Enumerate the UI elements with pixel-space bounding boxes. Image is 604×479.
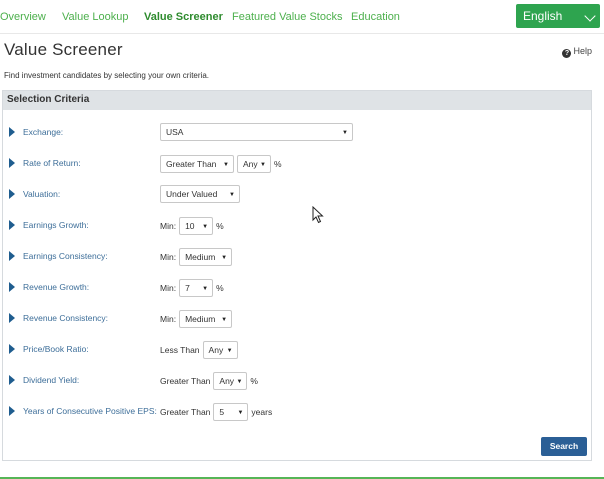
- criteria-row-valuation: Valuation: Under Valued ▼: [3, 184, 591, 206]
- revenue-consistency-value: Medium: [185, 314, 216, 324]
- dividend-yield-value: Any: [219, 376, 235, 386]
- caret-down-icon: ▼: [221, 255, 228, 261]
- nav-education[interactable]: Education: [351, 11, 400, 23]
- question-icon: ?: [562, 49, 572, 58]
- criteria-row-positive-eps: Years of Consecutive Positive EPS: Great…: [3, 401, 591, 423]
- rate-of-return-comparator-select[interactable]: Greater Than ▼: [160, 155, 234, 173]
- positive-eps-value: 5: [219, 407, 225, 417]
- caret-down-icon: ▼: [202, 224, 209, 230]
- exchange-select[interactable]: USA ▼: [160, 123, 353, 141]
- criteria-row-earnings-consistency: Earnings Consistency: Min: Medium ▼: [3, 246, 591, 268]
- caret-down-icon: ▼: [342, 130, 348, 136]
- rate-of-return-value-select[interactable]: Any ▼: [237, 155, 271, 173]
- less-than-prefix: Less Than: [160, 345, 200, 355]
- caret-down-icon: ▼: [236, 379, 243, 385]
- criteria-label-earnings-consistency[interactable]: Earnings Consistency:: [23, 251, 108, 261]
- caret-down-icon: ▼: [226, 348, 233, 354]
- revenue-consistency-select[interactable]: Medium ▼: [179, 310, 233, 328]
- percent-unit: %: [216, 221, 224, 231]
- criteria-label-exchange[interactable]: Exchange:: [23, 127, 63, 137]
- panel-header: Selection Criteria: [3, 91, 591, 110]
- criteria-label-price-book[interactable]: Price/Book Ratio:: [23, 344, 89, 354]
- expand-arrow-icon[interactable]: [9, 158, 15, 168]
- price-book-select[interactable]: Any ▼: [202, 341, 238, 359]
- criteria-row-exchange: Exchange: USA ▼: [3, 122, 591, 144]
- min-prefix: Min:: [160, 283, 177, 293]
- greater-than-prefix: Greater Than: [160, 376, 211, 386]
- years-unit: years: [251, 407, 273, 417]
- criteria-row-rate-of-return: Rate of Return: Greater Than ▼ Any ▼%: [3, 153, 591, 175]
- nav-overview[interactable]: Overview: [0, 11, 46, 23]
- caret-down-icon: ▼: [237, 410, 244, 416]
- percent-unit: %: [250, 376, 258, 386]
- expand-arrow-icon[interactable]: [9, 220, 15, 230]
- earnings-growth-select[interactable]: 10 ▼: [179, 217, 214, 235]
- min-prefix: Min:: [160, 252, 177, 262]
- help-link[interactable]: ? Help: [562, 46, 592, 58]
- help-label: Help: [573, 46, 592, 56]
- earnings-consistency-select[interactable]: Medium ▼: [179, 248, 233, 266]
- earnings-consistency-value: Medium: [185, 252, 216, 262]
- percent-unit: %: [274, 159, 282, 169]
- comparator-value: Greater Than: [166, 159, 217, 169]
- expand-arrow-icon[interactable]: [9, 375, 15, 385]
- expand-arrow-icon[interactable]: [9, 282, 15, 292]
- min-prefix: Min:: [160, 314, 177, 324]
- language-selector[interactable]: English: [516, 4, 600, 28]
- exchange-value: USA: [166, 127, 184, 137]
- expand-arrow-icon[interactable]: [9, 251, 15, 261]
- caret-down-icon: ▼: [202, 286, 209, 292]
- expand-arrow-icon[interactable]: [9, 189, 15, 199]
- criteria-row-revenue-consistency: Revenue Consistency: Min: Medium ▼: [3, 308, 591, 330]
- nav-value-screener[interactable]: Value Screener: [144, 11, 223, 23]
- rate-value: Any: [243, 159, 258, 169]
- expand-arrow-icon[interactable]: [9, 406, 15, 416]
- nav-featured-value-stocks[interactable]: Featured Value Stocks: [232, 11, 342, 23]
- page-subtitle: Find investment candidates by selecting …: [4, 71, 209, 80]
- criteria-label-revenue-growth[interactable]: Revenue Growth:: [23, 282, 89, 292]
- language-label: English: [523, 9, 563, 23]
- valuation-value: Under Valued: [166, 189, 218, 199]
- criteria-row-revenue-growth: Revenue Growth: Min: 7 ▼%: [3, 277, 591, 299]
- min-prefix: Min:: [160, 221, 177, 231]
- greater-than-prefix: Greater Than: [160, 407, 211, 417]
- dividend-yield-select[interactable]: Any ▼: [213, 372, 248, 390]
- positive-eps-select[interactable]: 5 ▼: [213, 403, 249, 421]
- criteria-row-earnings-growth: Earnings Growth: Min: 10 ▼%: [3, 215, 591, 237]
- expand-arrow-icon[interactable]: [9, 313, 15, 323]
- criteria-row-price-book: Price/Book Ratio: Less Than Any ▼: [3, 339, 591, 361]
- revenue-growth-value: 7: [185, 283, 190, 293]
- valuation-select[interactable]: Under Valued ▼: [160, 185, 240, 203]
- caret-down-icon: ▼: [221, 317, 228, 323]
- caret-down-icon: ▼: [229, 192, 235, 198]
- criteria-row-dividend-yield: Dividend Yield: Greater Than Any ▼%: [3, 370, 591, 392]
- page-title: Value Screener: [4, 40, 123, 59]
- revenue-growth-select[interactable]: 7 ▼: [179, 279, 214, 297]
- criteria-label-revenue-consistency[interactable]: Revenue Consistency:: [23, 313, 108, 323]
- nav-value-lookup[interactable]: Value Lookup: [62, 11, 128, 23]
- chevron-down-icon: [584, 10, 596, 22]
- percent-unit: %: [216, 283, 224, 293]
- criteria-label-earnings-growth[interactable]: Earnings Growth:: [23, 220, 89, 230]
- caret-down-icon: ▼: [223, 162, 229, 168]
- search-button[interactable]: Search: [541, 437, 587, 456]
- earnings-growth-value: 10: [185, 221, 195, 231]
- top-nav: Overview Value Lookup Value Screener Fea…: [0, 0, 604, 34]
- mouse-pointer-icon: [312, 206, 324, 224]
- criteria-label-positive-eps[interactable]: Years of Consecutive Positive EPS:: [23, 406, 157, 416]
- price-book-value: Any: [208, 345, 224, 355]
- criteria-label-dividend-yield[interactable]: Dividend Yield:: [23, 375, 79, 385]
- criteria-label-rate-of-return[interactable]: Rate of Return:: [23, 158, 81, 168]
- expand-arrow-icon[interactable]: [9, 127, 15, 137]
- expand-arrow-icon[interactable]: [9, 344, 15, 354]
- caret-down-icon: ▼: [260, 162, 266, 168]
- selection-criteria-panel: Selection Criteria Exchange: USA ▼ Rate o…: [2, 90, 592, 461]
- criteria-label-valuation[interactable]: Valuation:: [23, 189, 60, 199]
